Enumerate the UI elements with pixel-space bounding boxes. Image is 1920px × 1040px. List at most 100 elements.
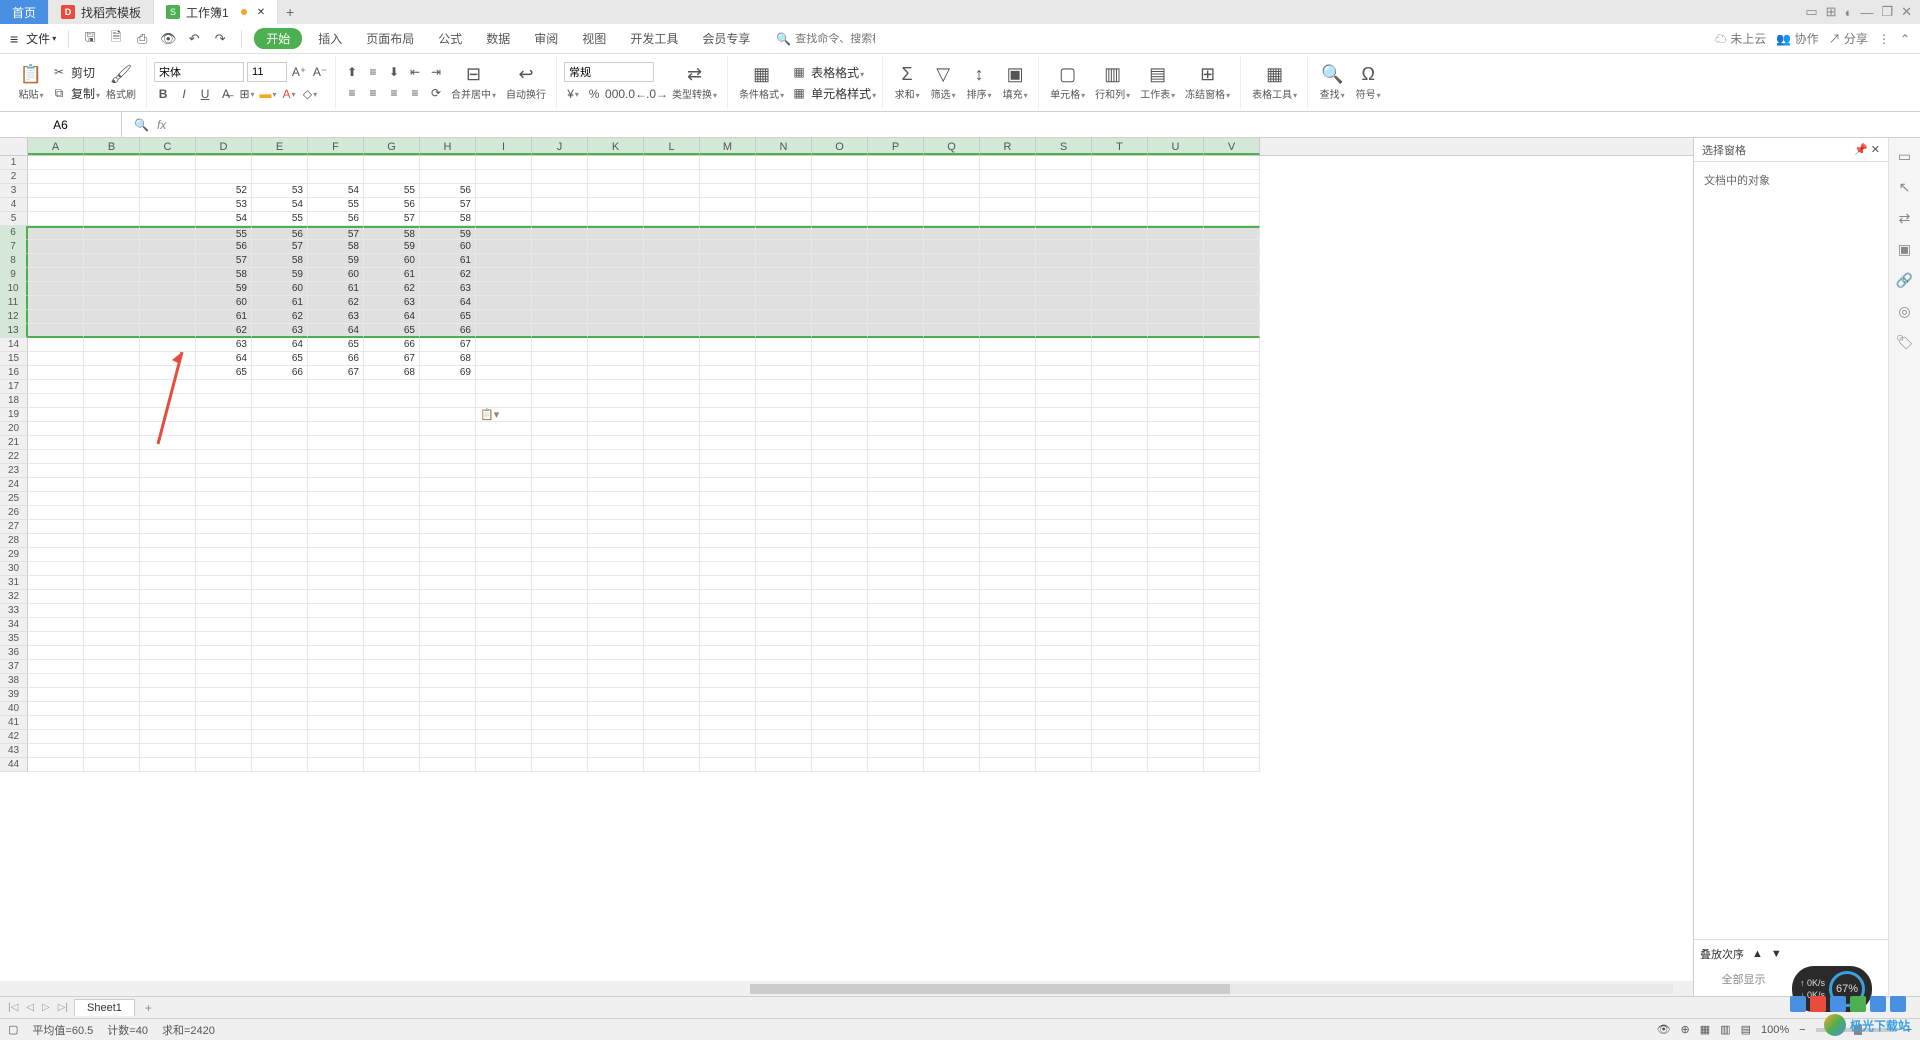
cell[interactable] xyxy=(868,548,924,562)
sheet-first-icon[interactable]: |◁ xyxy=(6,1002,20,1013)
cell[interactable] xyxy=(308,730,364,744)
cell[interactable] xyxy=(28,618,84,632)
row-header[interactable]: 25 xyxy=(0,492,28,506)
cell[interactable] xyxy=(700,310,756,324)
cell[interactable] xyxy=(420,520,476,534)
cell[interactable] xyxy=(476,478,532,492)
cell[interactable] xyxy=(252,548,308,562)
cell[interactable] xyxy=(924,618,980,632)
cell[interactable] xyxy=(1204,408,1260,422)
cell[interactable] xyxy=(476,282,532,296)
cell[interactable] xyxy=(924,394,980,408)
cell[interactable] xyxy=(756,744,812,758)
cell[interactable] xyxy=(700,534,756,548)
cell[interactable] xyxy=(28,730,84,744)
cell[interactable] xyxy=(812,562,868,576)
cell[interactable] xyxy=(868,352,924,366)
cell[interactable]: 64 xyxy=(252,338,308,352)
cell[interactable] xyxy=(532,758,588,772)
cell[interactable] xyxy=(1092,646,1148,660)
underline-icon[interactable]: U xyxy=(196,85,214,103)
collab-button[interactable]: 👥 协作 xyxy=(1776,30,1818,47)
cell[interactable] xyxy=(1036,730,1092,744)
cell[interactable] xyxy=(532,646,588,660)
cell[interactable] xyxy=(700,576,756,590)
minimize-icon[interactable]: — xyxy=(1860,5,1873,20)
cell[interactable] xyxy=(644,660,700,674)
row-header[interactable]: 16 xyxy=(0,366,28,380)
cell[interactable] xyxy=(588,268,644,282)
cell[interactable] xyxy=(980,674,1036,688)
cell[interactable] xyxy=(868,660,924,674)
cell[interactable] xyxy=(252,380,308,394)
cell[interactable] xyxy=(1036,632,1092,646)
cell[interactable] xyxy=(1148,268,1204,282)
cell[interactable] xyxy=(252,646,308,660)
cell[interactable] xyxy=(588,758,644,772)
cell[interactable] xyxy=(308,408,364,422)
cell[interactable] xyxy=(1092,688,1148,702)
cell[interactable] xyxy=(644,366,700,380)
cell[interactable] xyxy=(644,352,700,366)
cell[interactable] xyxy=(1036,548,1092,562)
cell[interactable] xyxy=(1036,254,1092,268)
cell[interactable] xyxy=(84,716,140,730)
cell[interactable] xyxy=(84,548,140,562)
cell[interactable] xyxy=(140,254,196,268)
cell[interactable] xyxy=(756,366,812,380)
cell[interactable] xyxy=(756,520,812,534)
cell[interactable] xyxy=(588,604,644,618)
cell[interactable] xyxy=(28,688,84,702)
row-header[interactable]: 1 xyxy=(0,156,28,170)
cell[interactable] xyxy=(1204,618,1260,632)
row-header[interactable]: 9 xyxy=(0,268,28,282)
cell[interactable] xyxy=(700,492,756,506)
cell[interactable] xyxy=(1204,212,1260,226)
cell[interactable] xyxy=(980,464,1036,478)
cell[interactable] xyxy=(532,436,588,450)
cell[interactable] xyxy=(420,562,476,576)
cell[interactable] xyxy=(644,716,700,730)
cell[interactable] xyxy=(980,310,1036,324)
row-header[interactable]: 19 xyxy=(0,408,28,422)
cell[interactable] xyxy=(756,716,812,730)
cell[interactable] xyxy=(1204,716,1260,730)
col-header[interactable]: A xyxy=(28,138,84,155)
saveas-icon[interactable]: 🗎 xyxy=(107,28,125,50)
cell[interactable] xyxy=(924,156,980,170)
name-box[interactable] xyxy=(0,112,122,137)
row-header[interactable]: 44 xyxy=(0,758,28,772)
cell[interactable] xyxy=(84,660,140,674)
cell[interactable] xyxy=(980,604,1036,618)
cell[interactable] xyxy=(700,366,756,380)
cell[interactable] xyxy=(1204,520,1260,534)
cell[interactable] xyxy=(868,758,924,772)
location-icon[interactable]: ◎ xyxy=(1898,303,1910,320)
cell[interactable] xyxy=(476,296,532,310)
row-header[interactable]: 24 xyxy=(0,478,28,492)
cell[interactable] xyxy=(812,646,868,660)
cell[interactable] xyxy=(980,170,1036,184)
cell[interactable] xyxy=(476,240,532,254)
cell[interactable] xyxy=(644,506,700,520)
cell[interactable] xyxy=(364,492,420,506)
cell[interactable] xyxy=(868,324,924,338)
cell[interactable] xyxy=(924,366,980,380)
cell[interactable] xyxy=(364,758,420,772)
cell[interactable] xyxy=(1036,422,1092,436)
grid-row[interactable]: 39 xyxy=(0,688,1693,702)
cell[interactable] xyxy=(588,408,644,422)
cell[interactable] xyxy=(644,520,700,534)
cell[interactable] xyxy=(28,646,84,660)
cell[interactable] xyxy=(980,436,1036,450)
cell[interactable] xyxy=(1092,310,1148,324)
cell[interactable] xyxy=(812,352,868,366)
cut-button[interactable]: ✂剪切 xyxy=(50,63,100,81)
cell[interactable] xyxy=(924,632,980,646)
cell[interactable] xyxy=(644,324,700,338)
cell[interactable] xyxy=(700,296,756,310)
cell[interactable] xyxy=(980,660,1036,674)
cell[interactable] xyxy=(196,688,252,702)
cell[interactable] xyxy=(700,520,756,534)
cell[interactable] xyxy=(308,478,364,492)
